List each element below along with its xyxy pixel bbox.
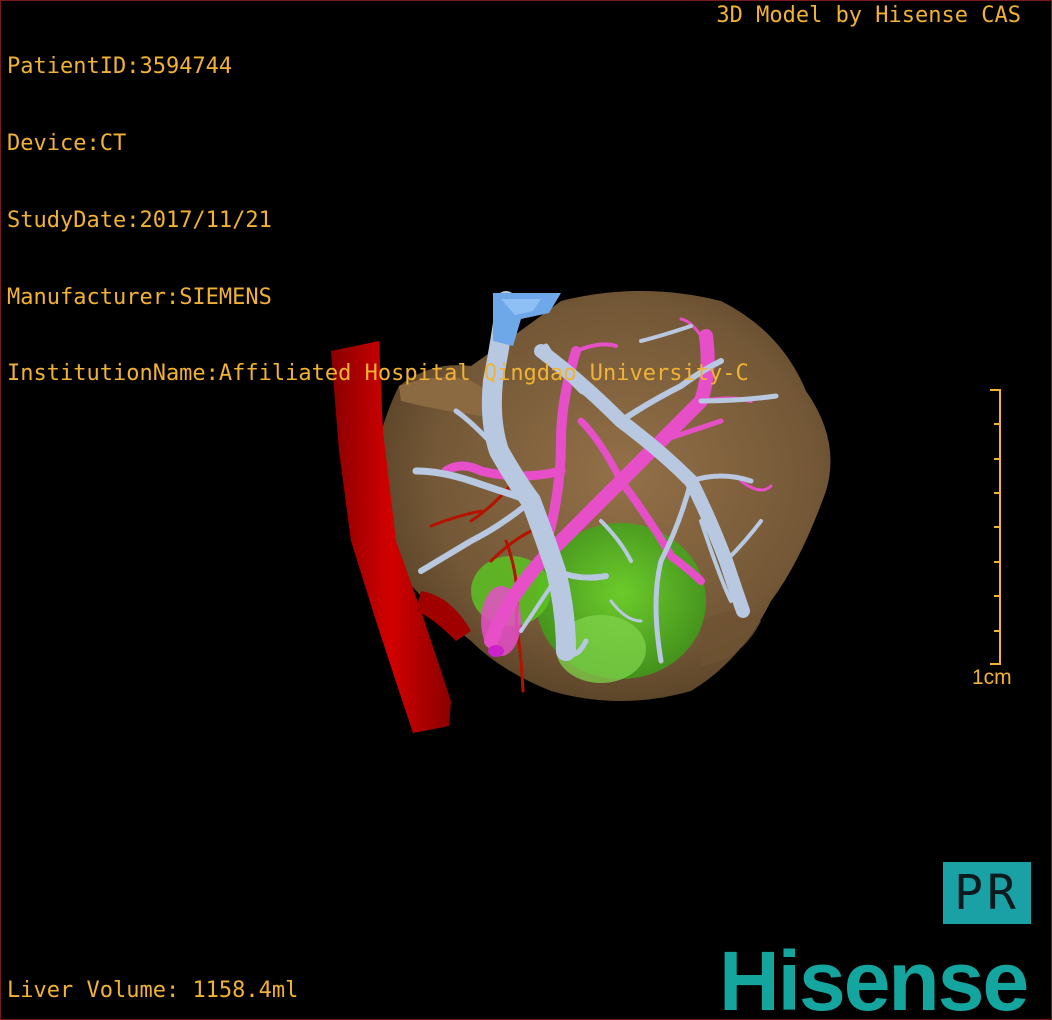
study-date-value: 2017/11/21: [139, 207, 272, 233]
institution-label: InstitutionName:: [7, 361, 219, 387]
pr-mode-button[interactable]: PR: [943, 862, 1031, 924]
patient-id-label: PatientID:: [7, 54, 140, 80]
pr-mode-icon: PR: [954, 865, 1020, 921]
institution-line: InstitutionName:Affiliated Hospital Qing…: [7, 361, 749, 387]
device-label: Device:: [7, 130, 100, 156]
device-value: CT: [99, 130, 127, 156]
render-viewport[interactable]: PatientID:3594744 Device:CT StudyDate:20…: [0, 0, 1052, 1020]
institution-value: Affiliated Hospital Qingdao University-C: [218, 361, 749, 387]
patient-info-overlay: PatientID:3594744 Device:CT StudyDate:20…: [7, 3, 749, 438]
liver-volume-value: 1158.4ml: [192, 978, 299, 1003]
study-date-label: StudyDate:: [7, 207, 140, 233]
manufacturer-label: Manufacturer:: [7, 284, 180, 310]
scale-bar-label: 1cm: [972, 666, 1012, 689]
scale-bar: [990, 389, 1001, 665]
patient-id-value: 3594744: [139, 54, 233, 80]
study-date-line: StudyDate:2017/11/21: [7, 208, 749, 234]
liver-volume-label: Liver Volume:: [7, 978, 180, 1003]
model-credit: 3D Model by Hisense CAS: [716, 3, 1021, 28]
liver-volume-readout: Liver Volume: 1158.4ml: [7, 978, 298, 1003]
patient-id-line: PatientID:3594744: [7, 54, 749, 80]
manufacturer-line: Manufacturer:SIEMENS: [7, 285, 749, 311]
device-line: Device:CT: [7, 131, 749, 157]
manufacturer-value: SIEMENS: [179, 284, 272, 310]
hisense-logo: Hisense: [719, 934, 1029, 1020]
